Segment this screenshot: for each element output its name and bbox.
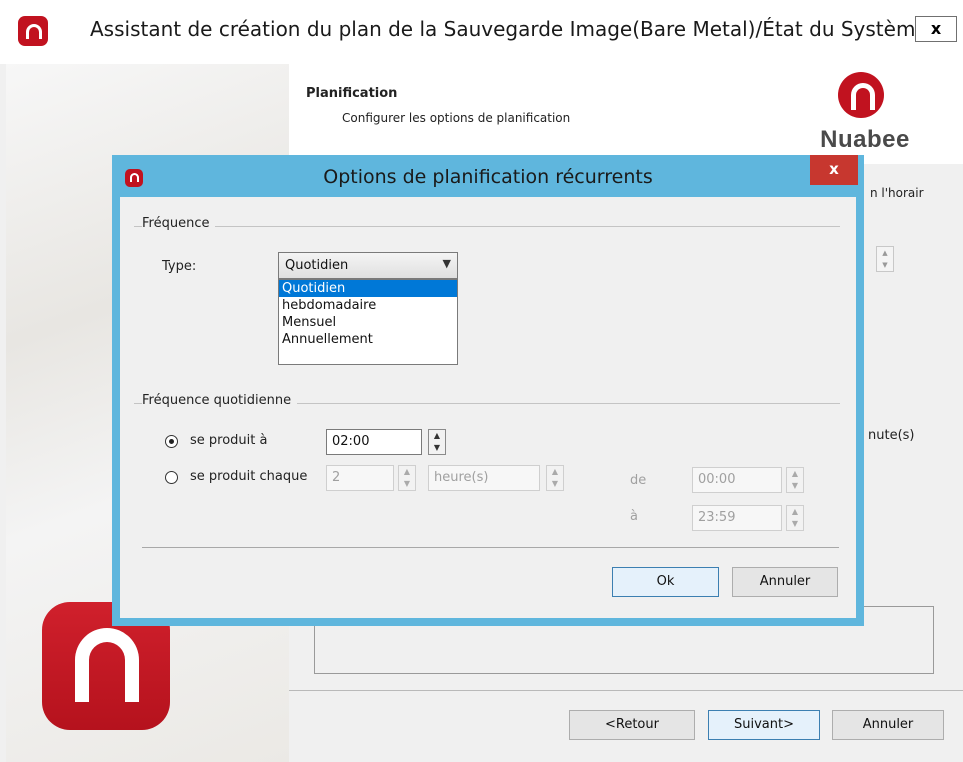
dialog-separator (142, 547, 839, 548)
type-select[interactable]: Quotidien ▼ (278, 252, 458, 279)
dialog-close-button[interactable]: x (810, 155, 858, 185)
spinner-down-icon[interactable]: ▼ (547, 478, 563, 490)
dialog-cancel-button[interactable]: Annuler (732, 567, 838, 597)
spinner-down-icon[interactable]: ▼ (877, 259, 893, 271)
type-select-value: Quotidien (285, 258, 349, 273)
occurs-every-spinner[interactable]: ▲ ▼ (398, 465, 416, 491)
nuabee-logo-icon (838, 72, 884, 118)
spinner-down-icon[interactable]: ▼ (787, 518, 803, 530)
type-dropdown-list[interactable]: Quotidien hebdomadaire Mensuel Annuellem… (278, 279, 458, 365)
occurs-at-time-input[interactable]: 02:00 (326, 429, 422, 455)
occurs-at-label: se produit à (190, 433, 268, 448)
to-time-input[interactable]: 23:59 (692, 505, 782, 531)
occurs-at-radio[interactable] (165, 435, 178, 448)
spinner-up-icon[interactable]: ▲ (787, 468, 803, 480)
wizard-close-button[interactable]: x (915, 16, 957, 42)
back-button[interactable]: <Retour (569, 710, 695, 740)
dialog-titlebar: Options de planification récurrents x (112, 155, 864, 197)
wizard-title: Assistant de création du plan de la Sauv… (90, 17, 928, 41)
from-label: de (630, 473, 647, 488)
frequency-group-label: Fréquence (142, 216, 216, 231)
spinner-down-icon[interactable]: ▼ (787, 480, 803, 492)
ok-button[interactable]: Ok (612, 567, 719, 597)
spinner-up-icon[interactable]: ▲ (547, 466, 563, 478)
occurs-at-spinner[interactable]: ▲ ▼ (428, 429, 446, 455)
spinner-up-icon[interactable]: ▲ (877, 247, 893, 259)
type-option-daily[interactable]: Quotidien (279, 280, 457, 297)
to-label: à (630, 509, 638, 524)
occurs-every-unit-spinner[interactable]: ▲ ▼ (546, 465, 564, 491)
app-logo-icon (18, 16, 48, 46)
from-time-input[interactable]: 00:00 (692, 467, 782, 493)
partial-spinner[interactable]: ▲ ▼ (876, 246, 894, 272)
wizard-cancel-button[interactable]: Annuler (832, 710, 944, 740)
type-option-yearly[interactable]: Annuellement (279, 331, 457, 348)
spinner-up-icon[interactable]: ▲ (399, 466, 415, 478)
nuabee-logo-text: Nuabee (820, 126, 910, 153)
spinner-down-icon[interactable]: ▼ (399, 478, 415, 490)
wizard-separator (289, 690, 963, 691)
dialog-title: Options de planification récurrents (323, 166, 653, 188)
daily-group-label: Fréquence quotidienne (142, 393, 298, 408)
spinner-up-icon[interactable]: ▲ (787, 506, 803, 518)
type-option-monthly[interactable]: Mensuel (279, 314, 457, 331)
occurs-every-radio[interactable] (165, 471, 178, 484)
from-time-spinner[interactable]: ▲ ▼ (786, 467, 804, 493)
spinner-up-icon[interactable]: ▲ (429, 430, 445, 442)
occurs-every-label: se produit chaque (190, 469, 308, 484)
recurring-schedule-dialog: Options de planification récurrents x Fr… (112, 155, 864, 626)
partial-label-minutes: nute(s) (868, 428, 915, 443)
frequency-group-line (134, 226, 840, 227)
partial-label-schedule: n l'horair (870, 186, 924, 200)
to-time-spinner[interactable]: ▲ ▼ (786, 505, 804, 531)
wizard-titlebar: Assistant de création du plan de la Sauv… (0, 0, 963, 64)
type-label: Type: (162, 259, 197, 274)
step-title: Planification (306, 86, 398, 101)
spinner-down-icon[interactable]: ▼ (429, 442, 445, 454)
next-button[interactable]: Suivant> (708, 710, 820, 740)
chevron-down-icon[interactable]: ▼ (443, 257, 451, 270)
occurs-every-unit-select[interactable]: heure(s) (428, 465, 540, 491)
occurs-every-value-input[interactable]: 2 (326, 465, 394, 491)
nuabee-logo: Nuabee (800, 72, 930, 162)
dialog-content: Fréquence Type: Quotidien ▼ Quotidien he… (120, 197, 856, 618)
type-option-weekly[interactable]: hebdomadaire (279, 297, 457, 314)
step-description: Configurer les options de planification (342, 111, 571, 125)
